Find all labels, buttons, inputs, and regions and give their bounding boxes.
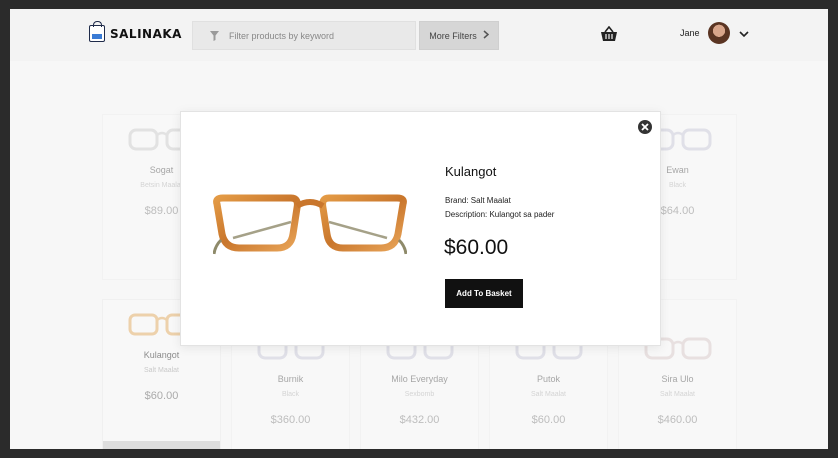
- product-name: Milo Everyday: [391, 374, 448, 384]
- search-bar: [192, 21, 416, 50]
- product-name: Burnik: [277, 374, 304, 384]
- top-navbar: SALINAKA More Filters Jane: [10, 9, 828, 61]
- search-input[interactable]: [229, 30, 409, 41]
- avatar: [707, 22, 730, 44]
- app-frame: SALINAKA More Filters Jane: [10, 9, 828, 449]
- product-name: Sira Ulo: [661, 374, 694, 384]
- modal-product-price: $60.00: [444, 236, 509, 259]
- brand-name: SALINAKA: [110, 26, 182, 41]
- close-button[interactable]: [638, 120, 652, 134]
- product-image: [213, 194, 407, 255]
- product-brand: Salt Maalat: [530, 391, 567, 398]
- product-modal: Kulangot Brand: Salt Maalat Description:…: [180, 111, 661, 346]
- product-brand: Salt Maalat: [143, 367, 180, 374]
- more-filters-label: More Filters: [429, 30, 477, 41]
- brand-logo[interactable]: SALINAKA: [89, 21, 182, 42]
- product-brand: Sexbomb: [404, 391, 435, 398]
- product-price: $460.00: [657, 414, 698, 426]
- product-price: $60.00: [144, 390, 179, 402]
- user-menu[interactable]: Jane: [680, 22, 750, 44]
- product-name: Kulangot: [143, 350, 180, 360]
- product-brand: Black: [281, 391, 300, 398]
- product-price: $432.00: [399, 414, 440, 426]
- basket-icon[interactable]: [600, 25, 618, 42]
- product-brand: Salt Maalat: [659, 391, 696, 398]
- modal-product-title: Kulangot: [445, 164, 497, 179]
- more-filters-button[interactable]: More Filters: [419, 21, 499, 50]
- product-price: $60.00: [531, 414, 566, 426]
- chevron-down-icon: [738, 27, 750, 39]
- shopping-bag-icon: [89, 21, 105, 42]
- chevron-right-icon: [483, 30, 489, 41]
- card-action-bar[interactable]: [103, 441, 220, 449]
- add-to-basket-button[interactable]: Add To Basket: [445, 279, 523, 308]
- user-name: Jane: [680, 28, 700, 38]
- modal-product-brand: Brand: Salt Maalat: [445, 196, 511, 205]
- filter-icon: [203, 30, 225, 41]
- close-icon: [641, 123, 649, 131]
- modal-product-description: Description: Kulangot sa pader: [445, 210, 555, 219]
- product-name: Putok: [536, 374, 560, 384]
- product-price: $360.00: [270, 414, 311, 426]
